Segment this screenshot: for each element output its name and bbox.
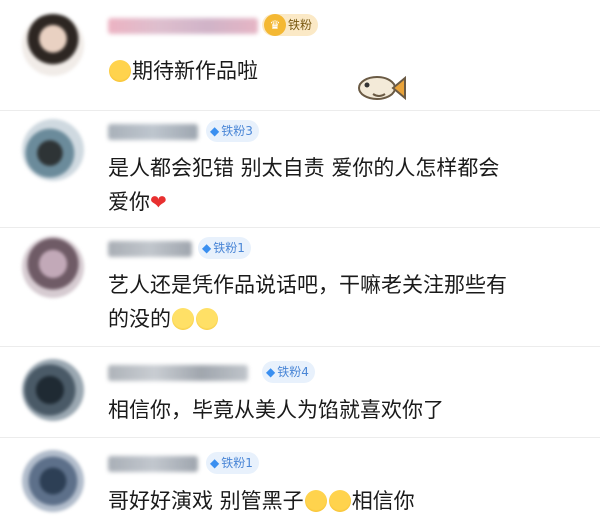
diamond-icon: ◆ [266, 365, 276, 379]
fan-badge-label: 铁粉1 [221, 456, 253, 470]
comment-item: ♛ 铁粉 期待新作品啦 [0, 0, 600, 110]
comment-text: 哥好好演戏 别管黑子 相信你 [108, 484, 586, 518]
avatar[interactable] [22, 119, 84, 181]
avatar[interactable] [22, 236, 84, 298]
fan-badge[interactable]: ◆ 铁粉3 [206, 120, 259, 142]
comment-text: 艺人还是凭作品说话吧，干嘛老关注那些有 的没的 [108, 268, 586, 336]
avatar[interactable] [22, 14, 84, 76]
comment-item: ◆ 铁粉3 是人都会犯错 别太自责 爱你的人怎样都会 爱你❤ [0, 111, 600, 227]
comment-text-content: 期待新作品啦 [132, 59, 258, 83]
avatar[interactable] [22, 450, 84, 512]
red-heart-emoji: ❤ [150, 190, 167, 214]
crying-face-emoji [109, 60, 131, 82]
comment-text-part2: 相信你 [351, 489, 415, 513]
fan-badge[interactable]: ◆ 铁粉1 [206, 452, 259, 474]
diamond-icon: ◆ [202, 241, 212, 255]
comment-text-line1: 艺人还是凭作品说话吧，干嘛老关注那些有 [108, 273, 507, 297]
comment-text: 相信你，毕竟从美人为馅就喜欢你了 [108, 393, 586, 427]
comment-item: ◆ 铁粉1 艺人还是凭作品说话吧，干嘛老关注那些有 的没的 [0, 228, 600, 346]
crying-face-emoji [304, 490, 327, 512]
smile-emoji [172, 308, 194, 330]
comment-text-line2: 爱你 [108, 190, 150, 214]
diamond-icon: ◆ [210, 124, 220, 138]
fish-sticker [358, 75, 406, 101]
fan-badge-label: 铁粉 [288, 18, 313, 32]
fan-badge[interactable]: ◆ 铁粉1 [198, 237, 251, 259]
fan-badge-label: 铁粉1 [213, 241, 245, 255]
username-blurred[interactable] [108, 456, 198, 472]
comment-text: 是人都会犯错 别太自责 爱你的人怎样都会 爱你❤ [108, 151, 586, 219]
crying-face-emoji [328, 490, 351, 512]
comment-item: ◆ 铁粉1 哥好好演戏 别管黑子 相信你 [0, 438, 600, 530]
smile-emoji [196, 308, 218, 330]
username-blurred[interactable] [108, 365, 248, 381]
avatar[interactable] [22, 359, 84, 421]
comment-text-content: 相信你，毕竟从美人为馅就喜欢你了 [108, 398, 444, 422]
comment-text-line1: 是人都会犯错 别太自责 爱你的人怎样都会 [108, 156, 500, 180]
comment-list: ♛ 铁粉 期待新作品啦 ◆ 铁粉3 是人都会犯错 别太自责 爱你的人怎样都会 爱… [0, 0, 600, 530]
diamond-icon: ◆ [210, 456, 220, 470]
crown-icon: ♛ [264, 14, 286, 36]
comment-text-part1: 哥好好演戏 别管黑子 [108, 489, 304, 513]
comment-text-line2: 的没的 [108, 307, 171, 331]
comment-text: 期待新作品啦 [108, 54, 586, 88]
fan-badge[interactable]: ◆ 铁粉4 [262, 361, 315, 383]
username-blurred[interactable] [108, 241, 192, 257]
comment-item: ◆ 铁粉4 相信你，毕竟从美人为馅就喜欢你了 [0, 347, 600, 437]
fan-badge-label: 铁粉4 [277, 365, 309, 379]
fan-badge-label: 铁粉3 [221, 124, 253, 138]
username-blurred[interactable] [108, 18, 258, 34]
username-blurred[interactable] [108, 124, 198, 140]
fan-badge[interactable]: ♛ 铁粉 [262, 14, 319, 36]
